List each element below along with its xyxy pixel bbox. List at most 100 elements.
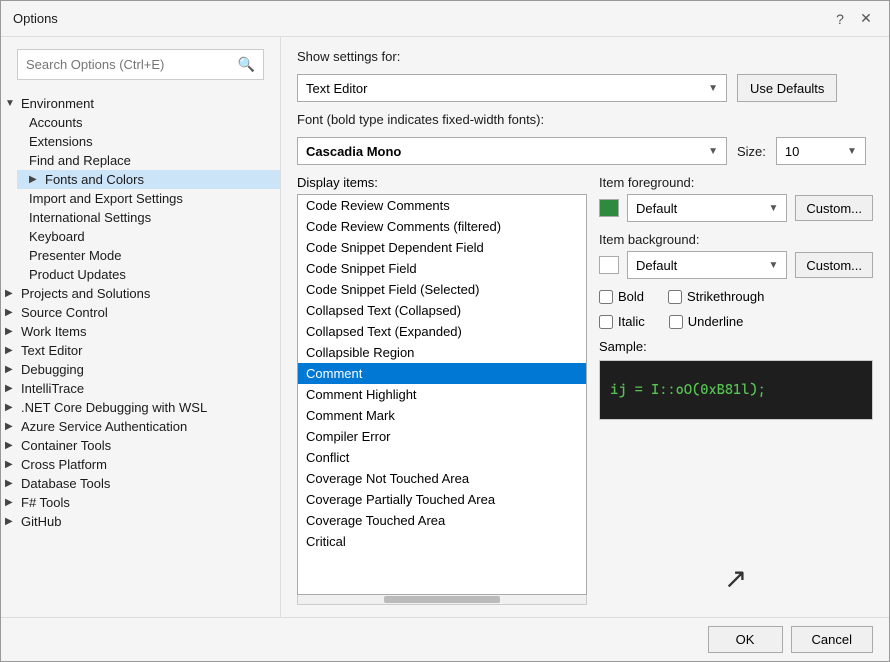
list-item-code-snippet-dep[interactable]: Code Snippet Dependent Field <box>298 237 586 258</box>
tree-root-environment[interactable]: ▼ Environment <box>1 94 280 113</box>
list-item-collapsed-expanded[interactable]: Collapsed Text (Expanded) <box>298 321 586 342</box>
item-background-arrow: ▼ <box>768 260 778 271</box>
ok-button[interactable]: OK <box>708 626 783 653</box>
underline-checkbox[interactable] <box>669 315 683 329</box>
list-item-comment-mark[interactable]: Comment Mark <box>298 405 586 426</box>
search-input[interactable] <box>26 57 238 72</box>
list-item-code-snippet-sel[interactable]: Code Snippet Field (Selected) <box>298 279 586 300</box>
tree-root-source-control-label: Source Control <box>21 305 108 320</box>
list-item-code-review[interactable]: Code Review Comments <box>298 195 586 216</box>
expand-icon-cross-platform: ▶ <box>5 459 21 470</box>
list-item-comment-highlight[interactable]: Comment Highlight <box>298 384 586 405</box>
tree-root-text-editor-label: Text Editor <box>21 343 82 358</box>
list-item-coverage-partial[interactable]: Coverage Partially Touched Area <box>298 489 586 510</box>
show-settings-label: Show settings for: <box>297 49 400 64</box>
show-settings-dropdown[interactable]: Text Editor ▼ <box>297 74 727 102</box>
custom-bg-button[interactable]: Custom... <box>795 252 873 278</box>
expand-icon-source-control: ▶ <box>5 307 21 318</box>
sample-label: Sample: <box>599 339 873 354</box>
size-dropdown[interactable]: 10 ▼ <box>776 137 866 165</box>
list-item-coverage-touched[interactable]: Coverage Touched Area <box>298 510 586 531</box>
tree-root-container-tools[interactable]: ▶ Container Tools <box>1 436 280 455</box>
tree-root-netcore-wsl[interactable]: ▶ .NET Core Debugging with WSL <box>1 398 280 417</box>
help-button[interactable]: ? <box>829 8 851 30</box>
show-settings-value: Text Editor <box>306 81 367 96</box>
italic-label: Italic <box>618 314 645 329</box>
tree-root-cross-platform-label: Cross Platform <box>21 457 107 472</box>
tree-root-fsharp-tools[interactable]: ▶ F# Tools <box>1 493 280 512</box>
list-item-coverage-not-touched[interactable]: Coverage Not Touched Area <box>298 468 586 489</box>
size-label: Size: <box>737 144 766 159</box>
italic-checkbox[interactable] <box>599 315 613 329</box>
tree-child-product-updates[interactable]: Product Updates <box>17 265 280 284</box>
list-scrollbar-thumb[interactable] <box>384 596 499 603</box>
tree-root-azure-auth[interactable]: ▶ Azure Service Authentication <box>1 417 280 436</box>
item-background-dropdown[interactable]: Default ▼ <box>627 251 787 279</box>
show-settings-arrow: ▼ <box>708 83 718 94</box>
expand-icon-netcore-wsl: ▶ <box>5 402 21 413</box>
expand-icon-fsharp-tools: ▶ <box>5 497 21 508</box>
expand-icon-database-tools: ▶ <box>5 478 21 489</box>
close-button[interactable]: ✕ <box>855 8 877 30</box>
item-background-row: Default ▼ Custom... <box>599 251 873 279</box>
tree-root-work-items[interactable]: ▶ Work Items <box>1 322 280 341</box>
title-bar: Options ? ✕ <box>1 1 889 37</box>
tree-root-debugging[interactable]: ▶ Debugging <box>1 360 280 379</box>
tree-root-netcore-wsl-label: .NET Core Debugging with WSL <box>21 400 207 415</box>
list-item-compiler-error[interactable]: Compiler Error <box>298 426 586 447</box>
tree-root-source-control[interactable]: ▶ Source Control <box>1 303 280 322</box>
tree-root-github[interactable]: ▶ GitHub <box>1 512 280 531</box>
expand-icon-intellitrace: ▶ <box>5 383 21 394</box>
tree-child-extensions[interactable]: Extensions <box>17 132 280 151</box>
item-background-label: Item background: <box>599 232 873 247</box>
tree-child-import-export[interactable]: Import and Export Settings <box>17 189 280 208</box>
tree-child-presenter[interactable]: Presenter Mode <box>17 246 280 265</box>
tree-root-intellitrace[interactable]: ▶ IntelliTrace <box>1 379 280 398</box>
list-item-comment[interactable]: Comment <box>298 363 586 384</box>
tree-child-international[interactable]: International Settings <box>17 208 280 227</box>
custom-fg-button[interactable]: Custom... <box>795 195 873 221</box>
list-item-critical[interactable]: Critical <box>298 531 586 552</box>
bold-label: Bold <box>618 289 644 304</box>
main-content: Display items: Code Review Comments Code… <box>297 175 873 605</box>
right-options: Item foreground: Default ▼ Custom... <box>599 175 873 605</box>
tree-root-database-tools[interactable]: ▶ Database Tools <box>1 474 280 493</box>
show-settings-controls: Text Editor ▼ Use Defaults <box>297 74 873 102</box>
sample-code: ij = I::oO(0xB81l); <box>610 382 766 398</box>
size-dropdown-arrow: ▼ <box>847 146 857 157</box>
item-foreground-label: Item foreground: <box>599 175 873 190</box>
tree-root-intellitrace-label: IntelliTrace <box>21 381 84 396</box>
list-item-conflict[interactable]: Conflict <box>298 447 586 468</box>
expand-icon-projects: ▶ <box>5 288 21 299</box>
list-item-collapsed-collapsed[interactable]: Collapsed Text (Collapsed) <box>298 300 586 321</box>
tree-child-find-replace[interactable]: Find and Replace <box>17 151 280 170</box>
list-item-code-snippet[interactable]: Code Snippet Field <box>298 258 586 279</box>
tree-root-cross-platform[interactable]: ▶ Cross Platform <box>1 455 280 474</box>
tree-child-keyboard[interactable]: Keyboard <box>17 227 280 246</box>
display-items-panel: Display items: Code Review Comments Code… <box>297 175 587 605</box>
tree-child-accounts[interactable]: Accounts <box>17 113 280 132</box>
tree-root-projects[interactable]: ▶ Projects and Solutions <box>1 284 280 303</box>
tree-container: ▼ Environment Accounts Extensions Find a… <box>1 92 280 617</box>
use-defaults-button[interactable]: Use Defaults <box>737 74 837 102</box>
bottom-bar: OK Cancel <box>1 617 889 661</box>
list-item-code-review-filtered[interactable]: Code Review Comments (filtered) <box>298 216 586 237</box>
cancel-button[interactable]: Cancel <box>791 626 873 653</box>
expand-icon-text-editor: ▶ <box>5 345 21 356</box>
font-dropdown[interactable]: Cascadia Mono ▼ <box>297 137 727 165</box>
item-foreground-dropdown[interactable]: Default ▼ <box>627 194 787 222</box>
display-items-list[interactable]: Code Review Comments Code Review Comment… <box>297 194 587 595</box>
dialog-body: 🔍 ▼ Environment Accounts Extensions Find… <box>1 37 889 617</box>
tree-root-fsharp-tools-label: F# Tools <box>21 495 70 510</box>
expand-icon-container-tools: ▶ <box>5 440 21 451</box>
font-size-row: Cascadia Mono ▼ Size: 10 ▼ <box>297 137 873 165</box>
tree-root-text-editor[interactable]: ▶ Text Editor <box>1 341 280 360</box>
tree-root-database-tools-label: Database Tools <box>21 476 110 491</box>
item-foreground-row: Default ▼ Custom... <box>599 194 873 222</box>
bold-checkbox[interactable] <box>599 290 613 304</box>
item-background-group: Item background: Default ▼ Custom... <box>599 232 873 279</box>
strikethrough-checkbox[interactable] <box>668 290 682 304</box>
item-background-swatch <box>599 256 619 274</box>
list-item-collapsible[interactable]: Collapsible Region <box>298 342 586 363</box>
tree-child-fonts-colors[interactable]: ▶ Fonts and Colors <box>17 170 280 189</box>
